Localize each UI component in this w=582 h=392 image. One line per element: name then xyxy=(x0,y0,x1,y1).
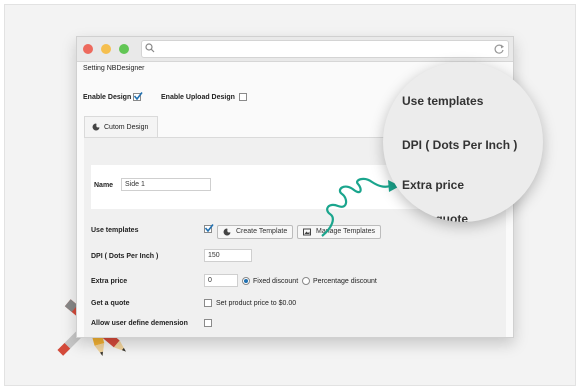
browser-titlebar xyxy=(77,37,513,62)
reload-icon[interactable] xyxy=(493,43,505,55)
side-name-input[interactable]: Side 1 xyxy=(121,178,211,191)
allow-dimension-checkbox[interactable] xyxy=(204,319,212,327)
palette-icon xyxy=(92,123,100,131)
percentage-discount-label: Percentage discount xyxy=(313,278,377,285)
page-title: Setting NBDesigner xyxy=(83,65,145,72)
fixed-discount-label: Fixed discount xyxy=(253,278,299,285)
create-template-button[interactable]: Create Template xyxy=(217,225,293,239)
get-quote-label: Get a quote xyxy=(91,300,130,307)
enable-upload-checkbox[interactable] xyxy=(239,93,247,101)
image-icon xyxy=(303,228,311,236)
percentage-discount-radio[interactable] xyxy=(302,277,310,285)
extra-price-label: Extra price xyxy=(91,278,128,285)
maximize-dot[interactable] xyxy=(119,44,129,54)
extra-price-input[interactable]: 0 xyxy=(204,274,238,287)
enable-design-label: Enable Design xyxy=(83,94,132,101)
palette-icon xyxy=(223,228,231,236)
set-price-label: Set product price to $0.00 xyxy=(216,300,297,307)
enable-upload-label: Enable Upload Design xyxy=(161,94,235,101)
address-bar[interactable] xyxy=(141,40,509,58)
close-dot[interactable] xyxy=(83,44,93,54)
dpi-input[interactable]: 150 xyxy=(204,249,252,262)
magnifier-item: Use templates xyxy=(402,94,484,108)
use-templates-label: Use templates xyxy=(91,227,139,234)
magnifier-item: DPI ( Dots Per Inch ) xyxy=(402,138,518,152)
magnifier-item: Get a quote xyxy=(402,212,469,222)
fixed-discount-radio[interactable] xyxy=(242,277,250,285)
use-templates-checkbox[interactable] xyxy=(204,224,214,233)
search-icon xyxy=(145,43,155,53)
magnifier-circle: Use templates DPI ( Dots Per Inch ) Extr… xyxy=(383,62,543,222)
checkmark-icon xyxy=(133,92,143,101)
get-quote-checkbox[interactable] xyxy=(204,299,212,307)
allow-dimension-label: Allow user define demension xyxy=(91,320,188,327)
tab-label: Cutom Design xyxy=(104,124,149,131)
curly-arrow-icon xyxy=(321,177,400,237)
enable-design-checkbox[interactable] xyxy=(133,92,143,101)
minimize-dot[interactable] xyxy=(101,44,111,54)
checkmark-icon xyxy=(204,224,214,233)
name-label: Name xyxy=(94,182,114,189)
magnifier-item: Extra price xyxy=(402,178,465,192)
tab-custom-design[interactable]: Cutom Design xyxy=(84,116,158,138)
create-template-label: Create Template xyxy=(236,228,288,235)
dpi-label: DPI ( Dots Per Inch ) xyxy=(91,253,159,260)
